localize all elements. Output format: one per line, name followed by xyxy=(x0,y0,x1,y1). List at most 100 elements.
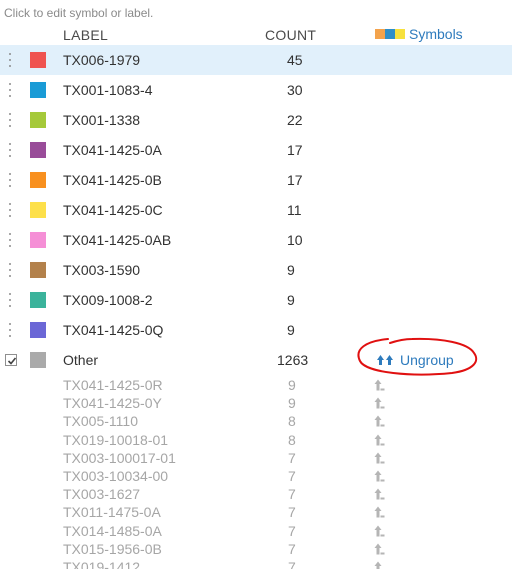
drag-handle-icon[interactable] xyxy=(8,293,12,307)
category-label[interactable]: TX041-1425-0A xyxy=(63,142,162,158)
category-count: 11 xyxy=(287,202,302,218)
ungroup-label: Ungroup xyxy=(400,352,454,368)
category-label[interactable]: TX006-1979 xyxy=(63,52,140,68)
move-up-icon[interactable] xyxy=(374,506,385,518)
other-item-label: TX014-1485-0A xyxy=(63,522,162,539)
category-count: 45 xyxy=(287,52,303,68)
category-list: TX006-1979 45 TX001-1083-4 30 TX001-1338 22 TX… xyxy=(0,45,512,345)
other-item-label: TX019-10018-01 xyxy=(63,431,169,448)
drag-handle-icon[interactable] xyxy=(8,53,12,67)
other-item-row: TX003-1627 7 xyxy=(0,485,512,503)
drag-handle-icon[interactable] xyxy=(8,323,12,337)
category-count: 22 xyxy=(287,112,303,128)
other-item-row: TX041-1425-0R 9 xyxy=(0,376,512,394)
other-item-count: 7 xyxy=(288,540,296,557)
category-count: 9 xyxy=(287,322,295,338)
symbol-swatch[interactable] xyxy=(30,82,46,98)
category-row[interactable]: TX009-1008-2 9 xyxy=(0,285,512,315)
ungroup-button[interactable]: Ungroup xyxy=(376,352,454,368)
other-group-row[interactable]: Other 1263 Ungroup xyxy=(0,345,512,375)
category-row[interactable]: TX003-1590 9 xyxy=(0,255,512,285)
symbol-swatch[interactable] xyxy=(30,142,46,158)
other-item-row: TX005-1110 8 xyxy=(0,412,512,430)
category-label[interactable]: TX041-1425-0AB xyxy=(63,232,171,248)
other-item-label: TX003-100017-01 xyxy=(63,449,176,466)
other-item-label: TX019-1412 xyxy=(63,558,141,569)
category-count: 9 xyxy=(287,262,295,278)
category-label[interactable]: TX009-1008-2 xyxy=(63,292,153,308)
move-up-icon[interactable] xyxy=(374,415,385,427)
other-count: 1263 xyxy=(277,352,309,368)
category-count: 17 xyxy=(287,172,303,188)
drag-handle-icon[interactable] xyxy=(8,83,12,97)
move-up-icon[interactable] xyxy=(374,525,385,537)
other-item-count: 8 xyxy=(288,431,296,448)
drag-handle-icon[interactable] xyxy=(8,143,12,157)
move-up-icon[interactable] xyxy=(374,452,385,464)
symbol-swatch[interactable] xyxy=(30,232,46,248)
color-ramp-icon xyxy=(375,29,405,39)
other-item-count: 7 xyxy=(288,558,296,569)
other-item-row: TX041-1425-0Y 9 xyxy=(0,394,512,412)
symbol-swatch[interactable] xyxy=(30,262,46,278)
other-item-count: 7 xyxy=(288,467,296,484)
symbol-swatch[interactable] xyxy=(30,292,46,308)
table-header: LABEL COUNT Symbols xyxy=(0,26,512,46)
other-item-label: TX041-1425-0R xyxy=(63,377,163,393)
other-item-label: TX003-1627 xyxy=(63,486,141,503)
other-swatch[interactable] xyxy=(30,352,46,368)
move-up-icon[interactable] xyxy=(374,434,385,446)
category-label[interactable]: TX041-1425-0C xyxy=(63,202,163,218)
move-up-icon[interactable] xyxy=(374,543,385,555)
category-row[interactable]: TX041-1425-0C 11 xyxy=(0,195,512,225)
other-item-row: TX019-10018-01 8 xyxy=(0,431,512,449)
symbol-swatch[interactable] xyxy=(30,112,46,128)
hint-text: Click to edit symbol or label. xyxy=(4,6,154,20)
count-column-header: COUNT xyxy=(265,27,317,43)
other-item-count: 7 xyxy=(288,486,296,503)
category-row[interactable]: TX001-1338 22 xyxy=(0,105,512,135)
category-label[interactable]: TX001-1083-4 xyxy=(63,82,153,98)
move-up-icon[interactable] xyxy=(374,470,385,482)
drag-handle-icon[interactable] xyxy=(8,203,12,217)
drag-handle-icon[interactable] xyxy=(8,233,12,247)
category-count: 30 xyxy=(287,82,303,98)
drag-handle-icon[interactable] xyxy=(8,173,12,187)
other-item-count: 7 xyxy=(288,522,296,539)
symbol-swatch[interactable] xyxy=(30,52,46,68)
category-label[interactable]: TX001-1338 xyxy=(63,112,140,128)
symbols-button[interactable]: Symbols xyxy=(375,26,463,42)
category-row[interactable]: TX041-1425-0A 17 xyxy=(0,135,512,165)
other-item-label: TX003-10034-00 xyxy=(63,467,169,484)
category-label[interactable]: TX003-1590 xyxy=(63,262,140,278)
move-up-icon[interactable] xyxy=(374,561,385,569)
other-item-count: 9 xyxy=(288,395,296,412)
other-item-count: 7 xyxy=(288,504,296,521)
category-label[interactable]: TX041-1425-0Q xyxy=(63,322,163,338)
category-row[interactable]: TX001-1083-4 30 xyxy=(0,75,512,105)
move-up-icon[interactable] xyxy=(374,488,385,500)
category-row[interactable]: TX041-1425-0B 17 xyxy=(0,165,512,195)
other-item-row: TX015-1956-0B 7 xyxy=(0,540,512,558)
category-row[interactable]: TX006-1979 45 xyxy=(0,45,512,75)
category-count: 17 xyxy=(287,142,303,158)
other-item-label: TX005-1110 xyxy=(63,413,138,430)
other-checkbox[interactable] xyxy=(5,354,17,366)
symbol-swatch[interactable] xyxy=(30,322,46,338)
category-row[interactable]: TX041-1425-0AB 10 xyxy=(0,225,512,255)
other-items-list: TX041-1425-0R 9 TX041-1425-0Y 9 TX005-1110 8 T… xyxy=(0,376,512,569)
drag-handle-icon[interactable] xyxy=(8,263,12,277)
other-item-count: 7 xyxy=(288,449,296,466)
other-item-row: TX014-1485-0A 7 xyxy=(0,522,512,540)
symbol-swatch[interactable] xyxy=(30,172,46,188)
move-up-icon[interactable] xyxy=(374,379,385,391)
category-label[interactable]: TX041-1425-0B xyxy=(63,172,162,188)
symbol-swatch[interactable] xyxy=(30,202,46,218)
move-up-icon[interactable] xyxy=(374,397,385,409)
other-item-row: TX019-1412 7 xyxy=(0,558,512,569)
other-item-count: 9 xyxy=(288,377,296,393)
category-row[interactable]: TX041-1425-0Q 9 xyxy=(0,315,512,345)
other-item-row: TX003-100017-01 7 xyxy=(0,449,512,467)
drag-handle-icon[interactable] xyxy=(8,113,12,127)
category-count: 10 xyxy=(287,232,303,248)
